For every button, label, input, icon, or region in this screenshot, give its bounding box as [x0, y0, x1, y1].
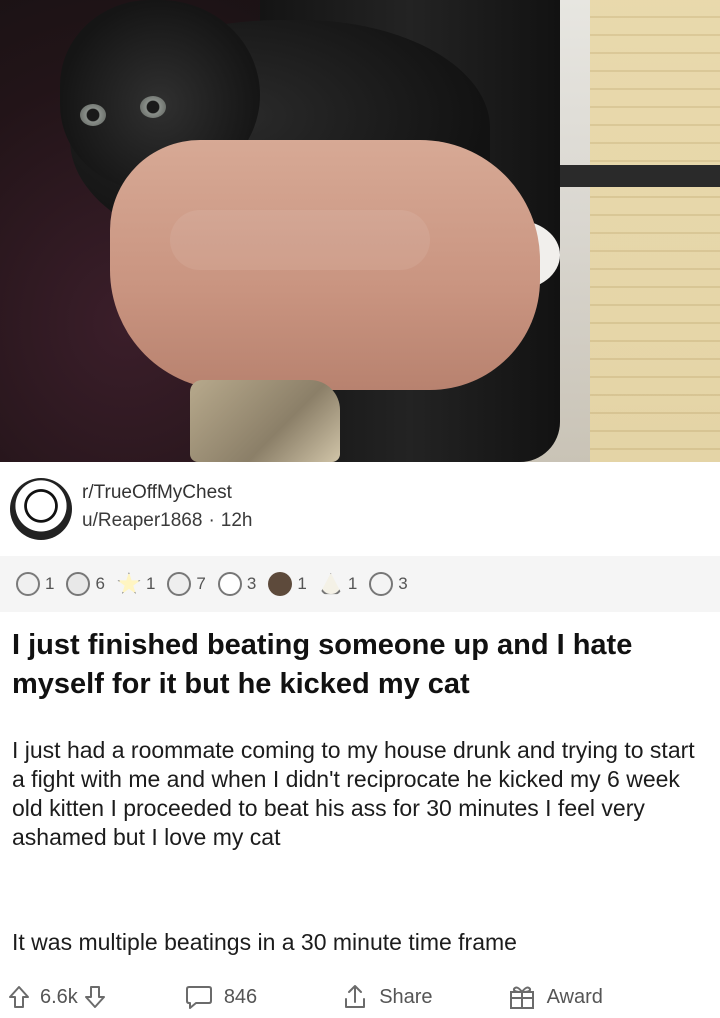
award-count: 1 [145, 574, 156, 593]
award-item[interactable]: 3 [369, 572, 408, 596]
downvote-arrow-icon[interactable] [84, 985, 106, 1009]
upvote-arrow-icon[interactable] [8, 985, 30, 1009]
award-item[interactable]: 1 [16, 572, 54, 596]
award-count: 3 [246, 574, 257, 593]
wholesome-award-icon [16, 572, 40, 596]
image-kitten-eye-right [140, 96, 166, 118]
image-keys [190, 380, 340, 462]
post-image[interactable] [0, 0, 720, 462]
post-title[interactable]: I just finished beating someone up and I… [12, 626, 702, 704]
cheers-award-icon [369, 572, 394, 596]
awards-bar[interactable]: 1 6 1 7 3 1 1 3 [0, 556, 720, 612]
award-count: 1 [347, 574, 358, 593]
triangle-award-icon [319, 572, 342, 595]
award-count: 1 [45, 574, 55, 593]
gift-award-icon[interactable] [507, 983, 537, 1011]
subreddit-avatar[interactable] [10, 478, 72, 540]
image-knuckles [170, 210, 430, 270]
award-item[interactable]: 3 [217, 572, 257, 596]
post-meta: u/Reaper1868 · 12h [82, 510, 252, 532]
post-header [0, 462, 720, 550]
username[interactable]: u/Reaper1868 [82, 510, 202, 531]
award-item[interactable]: 1 [268, 572, 307, 596]
share-button[interactable]: Share [379, 986, 432, 1009]
bear-award-icon [268, 572, 293, 596]
post-body-paragraph: I just had a roommate coming to my house… [12, 737, 695, 850]
comment-bubble-icon[interactable] [184, 984, 214, 1010]
share-icon[interactable] [341, 983, 369, 1011]
award-item[interactable]: 6 [66, 572, 105, 596]
award-item[interactable]: 7 [167, 572, 206, 596]
award-count: 1 [297, 574, 307, 593]
award-count: 7 [196, 574, 206, 593]
comment-count[interactable]: 846 [224, 986, 257, 1009]
image-railing [560, 165, 720, 187]
subreddit-name[interactable]: r/TrueOffMyChest [82, 482, 232, 504]
post-actions-bar: 6.6k 846 Share Award [0, 976, 720, 1018]
image-kitten-eye-left [80, 104, 106, 126]
award-count: 3 [398, 574, 408, 593]
silver-award-icon [66, 572, 91, 596]
award-item[interactable]: 1 [117, 572, 155, 596]
award-button[interactable]: Award [547, 986, 603, 1009]
meta-separator: · [208, 510, 215, 531]
face-award-icon [217, 572, 242, 596]
vote-score: 6.6k [40, 985, 78, 1008]
helpful-award-icon [117, 572, 141, 594]
image-house-siding [590, 0, 720, 462]
hug-award-icon [167, 572, 192, 596]
post-time: 12h [220, 510, 253, 531]
award-count: 6 [95, 574, 105, 593]
award-item[interactable]: 1 [319, 572, 357, 596]
post-body-paragraph: It was multiple beatings in a 30 minute … [12, 929, 517, 955]
